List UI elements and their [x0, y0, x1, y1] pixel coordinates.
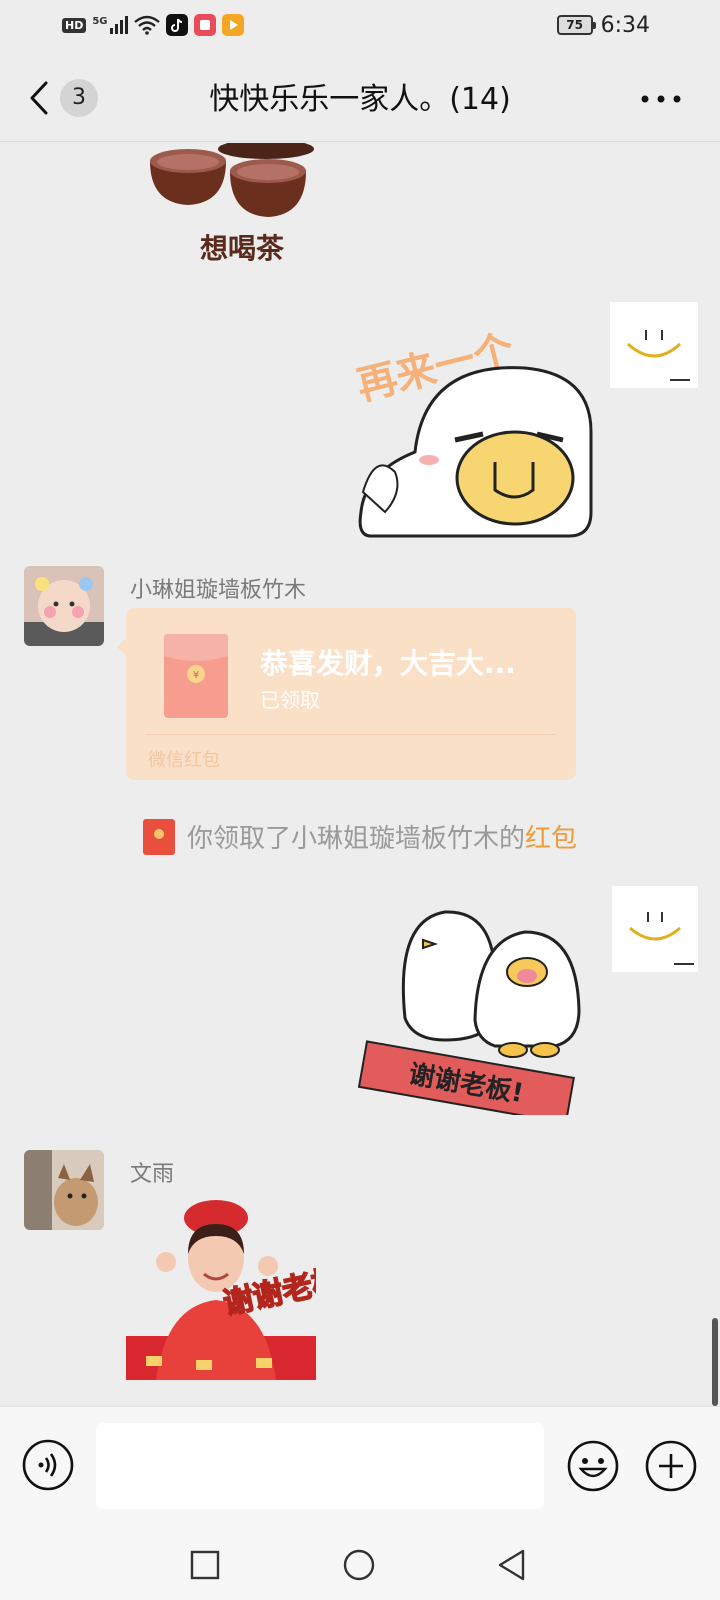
sender-avatar[interactable]	[24, 1150, 104, 1230]
avatar-image	[24, 1150, 104, 1230]
red-packet-small-icon	[142, 818, 175, 855]
more-icon[interactable]	[636, 84, 686, 114]
sticker-text: 想喝茶	[200, 232, 285, 265]
nav-square-icon[interactable]	[190, 1550, 220, 1580]
sender-name: 文雨	[130, 1162, 175, 1187]
chat-title: 快快乐乐一家人。(14)	[209, 82, 511, 117]
smiley-avatar-icon	[626, 330, 690, 381]
scrollbar[interactable]	[712, 1318, 718, 1406]
sender-avatar[interactable]	[24, 566, 104, 646]
emoji-icon[interactable]	[566, 1439, 620, 1493]
plus-icon[interactable]	[644, 1439, 698, 1493]
status-indicators: HD 5G	[62, 12, 244, 38]
encore-sticker[interactable]: 再来一个	[355, 322, 595, 538]
tiktok-app-icon	[165, 14, 188, 36]
sender-name: 小琳姐璇墙板竹木	[130, 578, 307, 603]
red-packet-icon: ¥	[164, 634, 228, 718]
svg-text:¥: ¥	[193, 670, 199, 681]
network-type: 5G	[92, 15, 108, 27]
divider	[146, 734, 556, 735]
back-button[interactable]: 3	[28, 76, 112, 120]
status-right: 75 6:34	[556, 12, 650, 38]
battery-icon: 75	[556, 15, 596, 35]
clock: 6:34	[600, 12, 650, 38]
my-avatar[interactable]	[612, 886, 698, 972]
smiley-avatar-icon	[629, 912, 694, 965]
red-packet-link[interactable]: 红包	[525, 824, 577, 854]
system-notice: 你领取了小琳姐璇墙板竹木的红包	[0, 818, 720, 855]
navigation-bar	[0, 1528, 720, 1600]
red-packet-status: 已领取	[260, 688, 320, 712]
my-avatar[interactable]	[610, 302, 698, 388]
book-app-icon	[193, 14, 216, 36]
chat-header: 3 快快乐乐一家人。(14)	[0, 50, 720, 142]
system-notice-text: 你领取了小琳姐璇墙板竹木的红包	[187, 818, 577, 855]
input-bar	[0, 1406, 720, 1528]
system-notice-prefix: 你领取了小琳姐璇墙板竹木的	[186, 824, 525, 854]
message-input[interactable]	[96, 1423, 544, 1509]
nav-circle-icon[interactable]	[342, 1548, 376, 1582]
avatar-image	[24, 566, 104, 646]
video-app-icon	[221, 14, 244, 36]
thanks-boss-sticker[interactable]: 谢谢老板!	[355, 900, 585, 1115]
signal-icon	[109, 16, 128, 34]
red-packet-footer: 微信红包	[148, 750, 220, 771]
status-bar: HD 5G 75 6:34	[0, 0, 720, 50]
tea-sticker[interactable]: 想喝茶	[130, 143, 330, 273]
red-packet-card[interactable]: ¥ 恭喜发财，大吉大... 已领取 微信红包	[117, 608, 576, 780]
back-arrow-icon	[30, 81, 48, 115]
wifi-icon	[133, 15, 160, 35]
red-packet-title: 恭喜发财，大吉大...	[260, 647, 516, 680]
unread-count-badge: 3	[60, 79, 98, 117]
hd-badge: HD	[62, 17, 87, 33]
nav-triangle-icon[interactable]	[496, 1548, 526, 1582]
voice-icon[interactable]	[22, 1439, 74, 1491]
thanks-boss-photo-sticker[interactable]: 谢谢老板	[126, 1196, 316, 1380]
